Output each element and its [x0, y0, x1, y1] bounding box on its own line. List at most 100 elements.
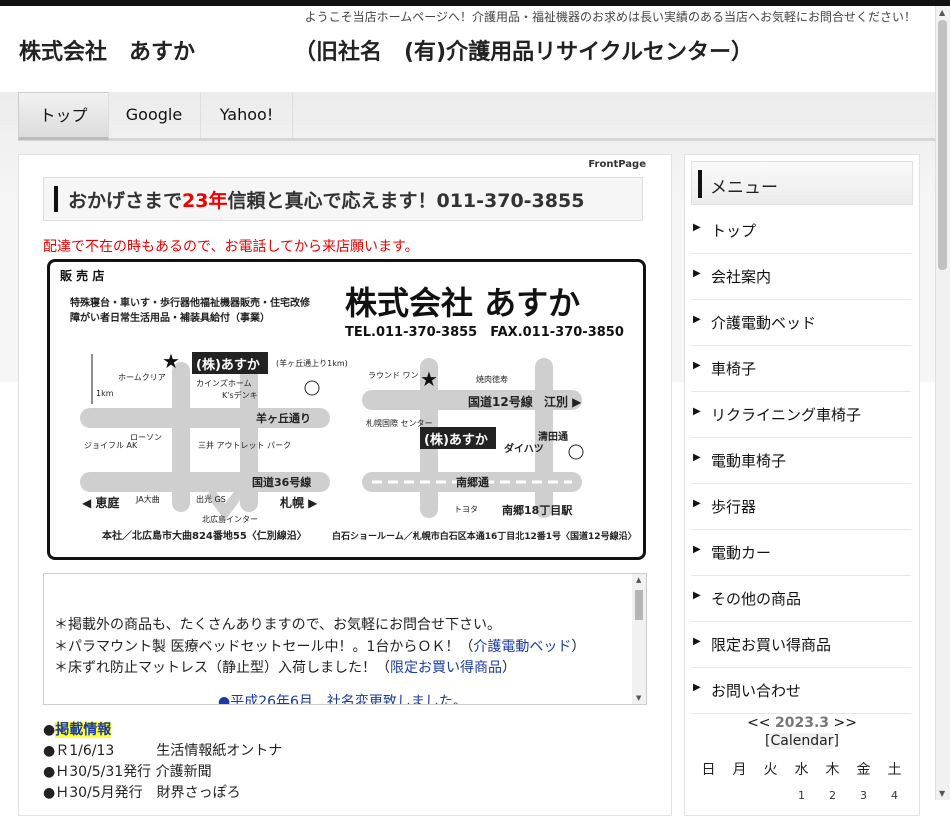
nav-item-top[interactable]: トップ — [18, 92, 109, 140]
menu-arrow-icon: ▶ — [693, 498, 701, 509]
menu-item-label: その他の商品 — [711, 590, 802, 608]
welcome-message: ようこそ当店ホームページへ！介護用品・福祉機器のお求めは長い実績のある当店へお気… — [304, 10, 916, 24]
main-content: FrontPage おかげさまで23年信頼と真心で応えます！011-370-38… — [18, 154, 672, 816]
label-home-clear: ホームクリア — [118, 373, 166, 382]
label-route12: 国道12号線 — [468, 394, 533, 409]
site-title[interactable]: 株式会社 あすか （旧社名 (有)介護用品リサイクルセンター） — [19, 34, 753, 66]
label-kokusai: 札幌国際 センター — [366, 418, 433, 428]
news-scrollbar-thumb[interactable] — [635, 590, 643, 620]
map-shop-label: 販 売 店 — [60, 268, 104, 283]
menu-arrow-icon: ▶ — [693, 590, 701, 601]
menu-item-electric-wheelchair[interactable]: ▶ 電動車椅子 — [691, 438, 911, 484]
headline-pre: おかげさまで — [68, 190, 183, 212]
calendar-dow: 月 — [732, 762, 747, 778]
calendar-header: << 2023.3 >> — [685, 715, 919, 731]
map-services-1: 特殊寝台・車いす・歩行器他福祉機器販売・住宅改修 — [70, 296, 311, 309]
menu-item-label: 車椅子 — [711, 360, 757, 378]
menu-item-electric-bed[interactable]: ▶ 介護電動ベッド — [691, 300, 911, 346]
compass-left-icon — [304, 380, 320, 396]
map-address-right: 白石ショールーム／札幌市白石区本通16丁目北12番1号〈国道12号線沿〉 — [332, 530, 637, 542]
map-contact: TEL.011-370-3855 FAX.011-370-3850 — [345, 325, 624, 340]
frontpage-label: FrontPage — [588, 159, 646, 170]
news-scrollbox[interactable]: ＊掲載外の商品も、たくさんありますので、お気軽にお問合せ下さい。 ＊パラマウント… — [43, 573, 647, 705]
news-line-3-after: ） — [502, 660, 516, 676]
left-map: ★ (株)あすか ホームクリア (羊ヶ丘通上り1km) 1km カインズホーム … — [80, 349, 348, 524]
scrollbar-thumb[interactable] — [938, 20, 947, 270]
press-item-2: ●Ｈ30/5/31発行 介護新聞 — [43, 764, 212, 780]
menu-item-electric-cart[interactable]: ▶ 電動カー — [691, 530, 911, 576]
news-scroll-up-icon[interactable]: ▲ — [636, 576, 641, 584]
calendar-day[interactable]: 3 — [848, 789, 879, 802]
asuka-label-right: (株)あすか — [424, 432, 488, 448]
news-line-3-text: ＊床ずれ防止マットレス（静止型）入荷しました！（ — [54, 660, 390, 676]
label-idemitsu: 出光 GS — [196, 494, 226, 504]
sidebar-title: メニュー — [710, 178, 778, 198]
page-scrollbar[interactable]: ▲ ▼ — [935, 6, 950, 800]
headline-years: 23年 — [182, 190, 228, 212]
sidebar-title-marker — [698, 170, 702, 198]
label-nango: 南郷通 — [456, 475, 489, 489]
calendar-link[interactable]: Calendar — [770, 733, 834, 749]
news-line-2-after: ） — [571, 639, 586, 655]
label-ebetsu: 江別 ▶ — [544, 394, 582, 409]
scroll-down-icon[interactable]: ▼ — [939, 789, 945, 798]
news-scroll-down-icon[interactable]: ▼ — [636, 694, 641, 702]
store-map-graphic: 販 売 店 特殊寝台・車いす・歩行器他福祉機器販売・住宅改修 障がい者日常生活用… — [60, 268, 637, 542]
news-line-3: ＊床ずれ防止マットレス（静止型）入荷しました！（限定お買い得商品） — [54, 657, 516, 677]
menu-arrow-icon: ▶ — [693, 360, 701, 371]
asuka-star-right: ★ — [420, 367, 438, 391]
label-hitsujigaoka: 羊ヶ丘通り — [256, 411, 311, 425]
menu-item-contact[interactable]: ▶ お問い合わせ — [691, 668, 911, 714]
calendar-prev-link[interactable]: << — [747, 715, 770, 731]
label-yakiniku: 焼肉徳寿 — [476, 374, 508, 384]
news-scrollbar[interactable]: ▲ ▼ — [632, 574, 646, 704]
nav-item-yahoo[interactable]: Yahoo! — [201, 92, 293, 138]
link-electric-bed[interactable]: 介護電動ベッド — [473, 639, 571, 655]
label-kiyota: 清田通 — [538, 430, 568, 443]
news-line-1-text: ＊掲載外の商品も、たくさんありますので、お気軽にお問合せ下さい。 — [54, 617, 502, 633]
calendar-dow: 火 — [763, 762, 778, 778]
compass-right-icon — [568, 444, 584, 460]
calendar-dow: 日 — [701, 762, 716, 778]
label-hitsujigaoka-up: (羊ヶ丘通上り1km) — [276, 358, 348, 368]
menu-item-label: 電動車椅子 — [711, 452, 787, 470]
calendar-next-link[interactable]: >> — [833, 715, 856, 731]
map-address-left: 本社／北広島市大曲824番地55〈仁別線沿〉 — [102, 529, 307, 542]
top-border — [0, 0, 950, 6]
menu-item-label: 介護電動ベッド — [711, 314, 817, 332]
nav-item-google[interactable]: Google — [108, 92, 201, 138]
calendar-day[interactable]: 4 — [879, 789, 910, 802]
calendar-link-row: [Calendar] — [765, 733, 839, 749]
menu-item-other-products[interactable]: ▶ その他の商品 — [691, 576, 911, 622]
label-1km: 1km — [96, 389, 114, 398]
menu-arrow-icon: ▶ — [693, 544, 701, 555]
menu-item-bargain[interactable]: ▶ 限定お買い得商品 — [691, 622, 911, 668]
menu-arrow-icon: ▶ — [693, 222, 701, 233]
menu-item-top[interactable]: ▶ トップ — [691, 208, 911, 254]
news-line-1: ＊掲載外の商品も、たくさんありますので、お気軽にお問合せ下さい。 — [54, 614, 501, 634]
news-line-4: ●平成26年6月 社名変更致しました。 — [218, 694, 467, 705]
menu-item-label: お問い合わせ — [711, 682, 802, 700]
calendar-day[interactable]: 1 — [786, 789, 817, 802]
menu-item-company[interactable]: ▶ 会社案内 — [691, 254, 911, 300]
calendar-dow: 水 — [794, 762, 809, 778]
link-bargain[interactable]: 限定お買い得商品 — [390, 660, 502, 676]
menu-item-label: 電動カー — [711, 544, 772, 562]
headline-text: おかげさまで23年信頼と真心で応えます！011-370-3855 — [68, 186, 584, 213]
menu-item-reclining-wheelchair[interactable]: ▶ リクライニング車椅子 — [691, 392, 911, 438]
sidebar-title-box: メニュー — [691, 161, 913, 205]
menu-item-walker[interactable]: ▶ 歩行器 — [691, 484, 911, 530]
delivery-notice: 配達で不在の時もあるので、お電話してから来店願います。 — [43, 239, 419, 255]
press-title: 掲載情報 — [55, 722, 112, 738]
menu-item-label: 会社案内 — [711, 268, 772, 286]
label-kainz: カインズホーム — [196, 378, 252, 388]
menu-item-wheelchair[interactable]: ▶ 車椅子 — [691, 346, 911, 392]
calendar-day[interactable]: 2 — [817, 789, 848, 802]
menu-arrow-icon: ▶ — [693, 636, 701, 647]
press-item-3: ●Ｈ30/5月発行 財界さっぽろ — [43, 785, 241, 801]
menu-item-label: トップ — [711, 222, 757, 240]
right-map: ★ (株)あすか ラウンド ワン 焼肉徳寿 国道12号線 江別 ▶ 札幌国際 セ… — [362, 358, 584, 518]
news-line-2-text: ＊パラマウント製 医療ベッドセットセール中！。1台からＯＫ！（ — [54, 639, 474, 655]
menu-arrow-icon: ▶ — [693, 682, 701, 693]
scroll-up-icon[interactable]: ▲ — [939, 8, 945, 17]
